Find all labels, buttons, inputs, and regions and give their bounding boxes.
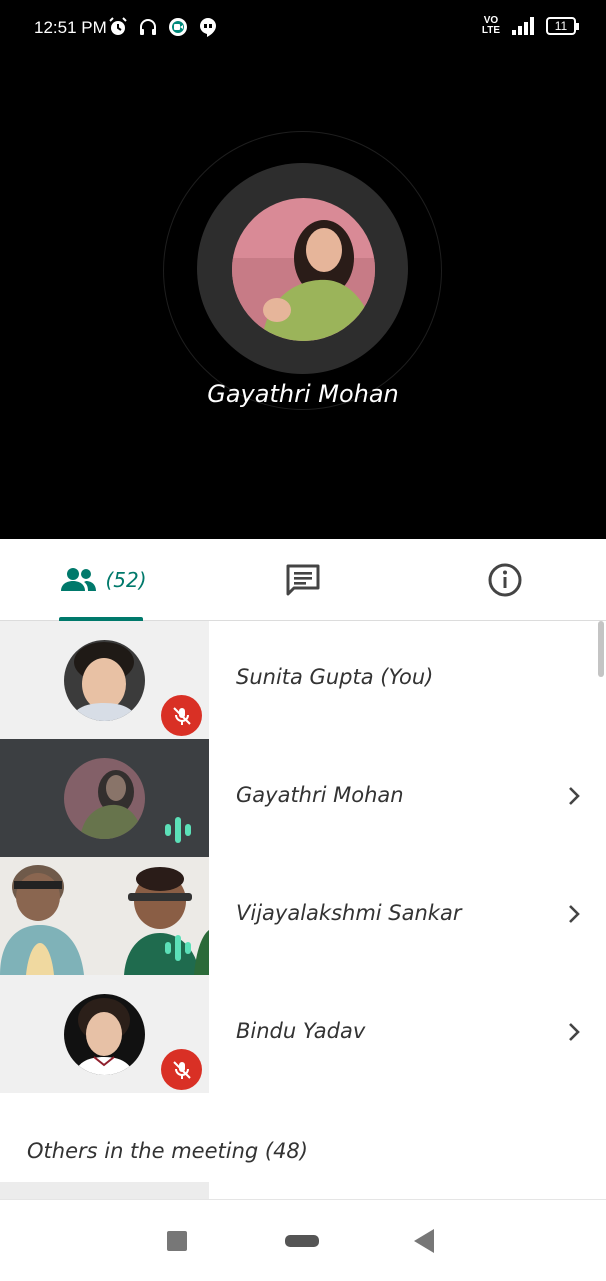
system-nav-bar [0, 1199, 606, 1280]
volte-bottom: LTE [481, 25, 500, 36]
participant-avatar [64, 994, 145, 1075]
status-icons [108, 17, 218, 37]
status-bar: 12:51 PM VO LTE 11 [0, 0, 606, 58]
participant-row[interactable]: Sunita Gupta (You) [0, 621, 606, 739]
speaking-indicator-icon [165, 817, 191, 843]
battery-level: 11 [554, 19, 568, 33]
battery-icon: 11 [546, 17, 579, 35]
participant-name: Sunita Gupta (You) [236, 665, 434, 689]
participant-row[interactable]: Vijayalakshmi Sankar [0, 857, 606, 975]
chevron-right-icon[interactable] [566, 784, 582, 808]
others-section-header: Others in the meeting (48) [27, 1139, 308, 1163]
meet-icon [169, 18, 187, 36]
back-icon [414, 1228, 434, 1253]
back-button[interactable] [384, 1200, 464, 1281]
participant-avatar [64, 640, 145, 721]
speaking-indicator-icon [165, 935, 191, 961]
hangouts-icon [200, 18, 216, 37]
chevron-right-icon[interactable] [566, 902, 582, 926]
status-time: 12:51 PM [34, 18, 107, 37]
participant-avatar [64, 758, 145, 839]
participant-row[interactable]: Bindu Yadav [0, 975, 606, 1093]
participant-tile-partial [0, 1182, 209, 1199]
people-icon [61, 568, 97, 591]
chevron-right-icon[interactable] [566, 1020, 582, 1044]
status-right: VO LTE 11 [482, 16, 579, 36]
tab-people[interactable]: (52) [38, 539, 168, 621]
participant-tile [0, 857, 209, 975]
participant-tile [0, 975, 209, 1093]
speaker-avatar [232, 198, 375, 341]
signal-icon [512, 17, 534, 35]
panel-tabs: (52) [0, 539, 606, 621]
participant-name: Bindu Yadav [236, 1019, 366, 1043]
recents-button[interactable] [137, 1200, 217, 1281]
alarm-icon [109, 17, 127, 35]
participant-row[interactable]: Gayathri Mohan [0, 739, 606, 857]
chat-icon [286, 564, 320, 596]
participant-list[interactable]: Sunita Gupta (You) Gayathri Mohan Vijaya… [0, 621, 606, 1199]
list-scrollbar[interactable] [598, 621, 604, 677]
active-speaker-stage: Gayathri Mohan [0, 58, 606, 539]
people-count: (52) [105, 568, 147, 592]
participant-name: Gayathri Mohan [236, 783, 404, 807]
mic-muted-icon [161, 695, 202, 736]
tab-info[interactable] [465, 539, 545, 621]
active-speaker-name: Gayathri Mohan [207, 380, 399, 408]
home-icon [285, 1234, 319, 1247]
participant-name: Vijayalakshmi Sankar [236, 901, 462, 925]
participant-tile [0, 739, 209, 857]
recents-icon [167, 1230, 187, 1251]
mic-muted-icon [161, 1049, 202, 1090]
home-button[interactable] [262, 1200, 342, 1281]
headset-icon [140, 19, 156, 35]
tab-chat[interactable] [263, 539, 343, 621]
volte-indicator: VO LTE [482, 16, 500, 36]
participant-tile [0, 621, 209, 739]
info-icon [488, 563, 522, 597]
